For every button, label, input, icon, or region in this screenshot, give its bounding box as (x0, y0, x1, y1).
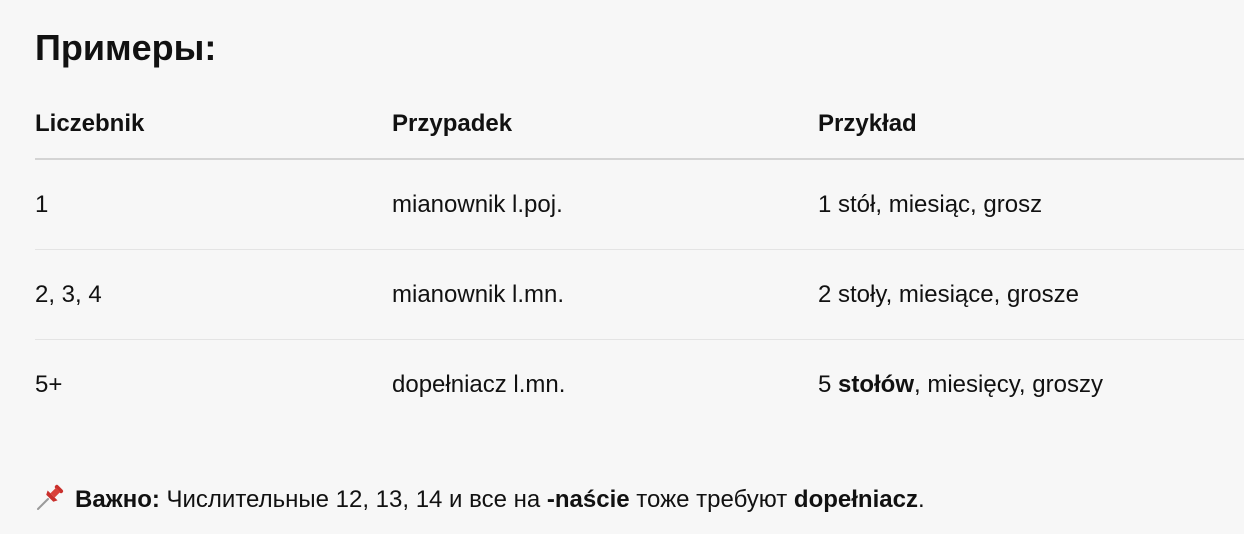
cases-table: Liczebnik Przypadek Przykład 1 mianownik… (35, 90, 1244, 429)
cell-number: 2, 3, 4 (35, 249, 392, 340)
note-bold-suffix: -naście (546, 486, 630, 513)
note-text: тоже требуют (629, 486, 794, 513)
cell-example: 5 stołów, miesięcy, groszy (818, 340, 1244, 430)
cell-number: 1 (35, 159, 392, 250)
cell-case: mianownik l.mn. (392, 249, 818, 340)
table-row: 1 mianownik l.poj. 1 stół, miesiąc, gros… (35, 159, 1244, 250)
cell-case: dopełniacz l.mn. (392, 370, 566, 398)
section-heading: Примеры: (35, 27, 217, 68)
important-note: Важно: Числительные 12, 13, 14 и все на … (35, 478, 925, 522)
header-liczebnik: Liczebnik (35, 90, 392, 160)
note-text: Числительные 12, 13, 14 и все на (159, 486, 547, 513)
example-text: 5 (818, 370, 839, 398)
cell-number: 5+ (35, 370, 63, 398)
table-header-row: Liczebnik Przypadek Przykład (35, 90, 1244, 160)
example-text: 2 stoły, miesiące, grosze (818, 280, 1079, 308)
cell-case: mianownik l.poj. (392, 159, 818, 250)
cell-example: 2 stoły, miesiące, grosze (818, 249, 1244, 340)
header-przypadek: Przypadek (392, 90, 818, 160)
note-label: Важно: (75, 486, 160, 513)
note-text: . (917, 486, 925, 513)
example-bold-text: stołów (838, 370, 915, 398)
table-row: 2, 3, 4 mianownik l.mn. 2 stoły, miesiąc… (35, 249, 1244, 340)
note-bold-case: dopełniacz (793, 486, 918, 513)
example-text: 1 stół, miesiąc, grosz (818, 190, 1043, 218)
cell-example: 1 stół, miesiąc, grosz (818, 159, 1244, 250)
header-przyklad: Przykład (818, 90, 1244, 160)
pushpin-icon (35, 482, 67, 510)
table-row: 5+ dopełniacz l.mn. 5 stołów, miesięcy, … (35, 340, 1244, 430)
example-text-rest: , miesięcy, groszy (914, 370, 1103, 398)
